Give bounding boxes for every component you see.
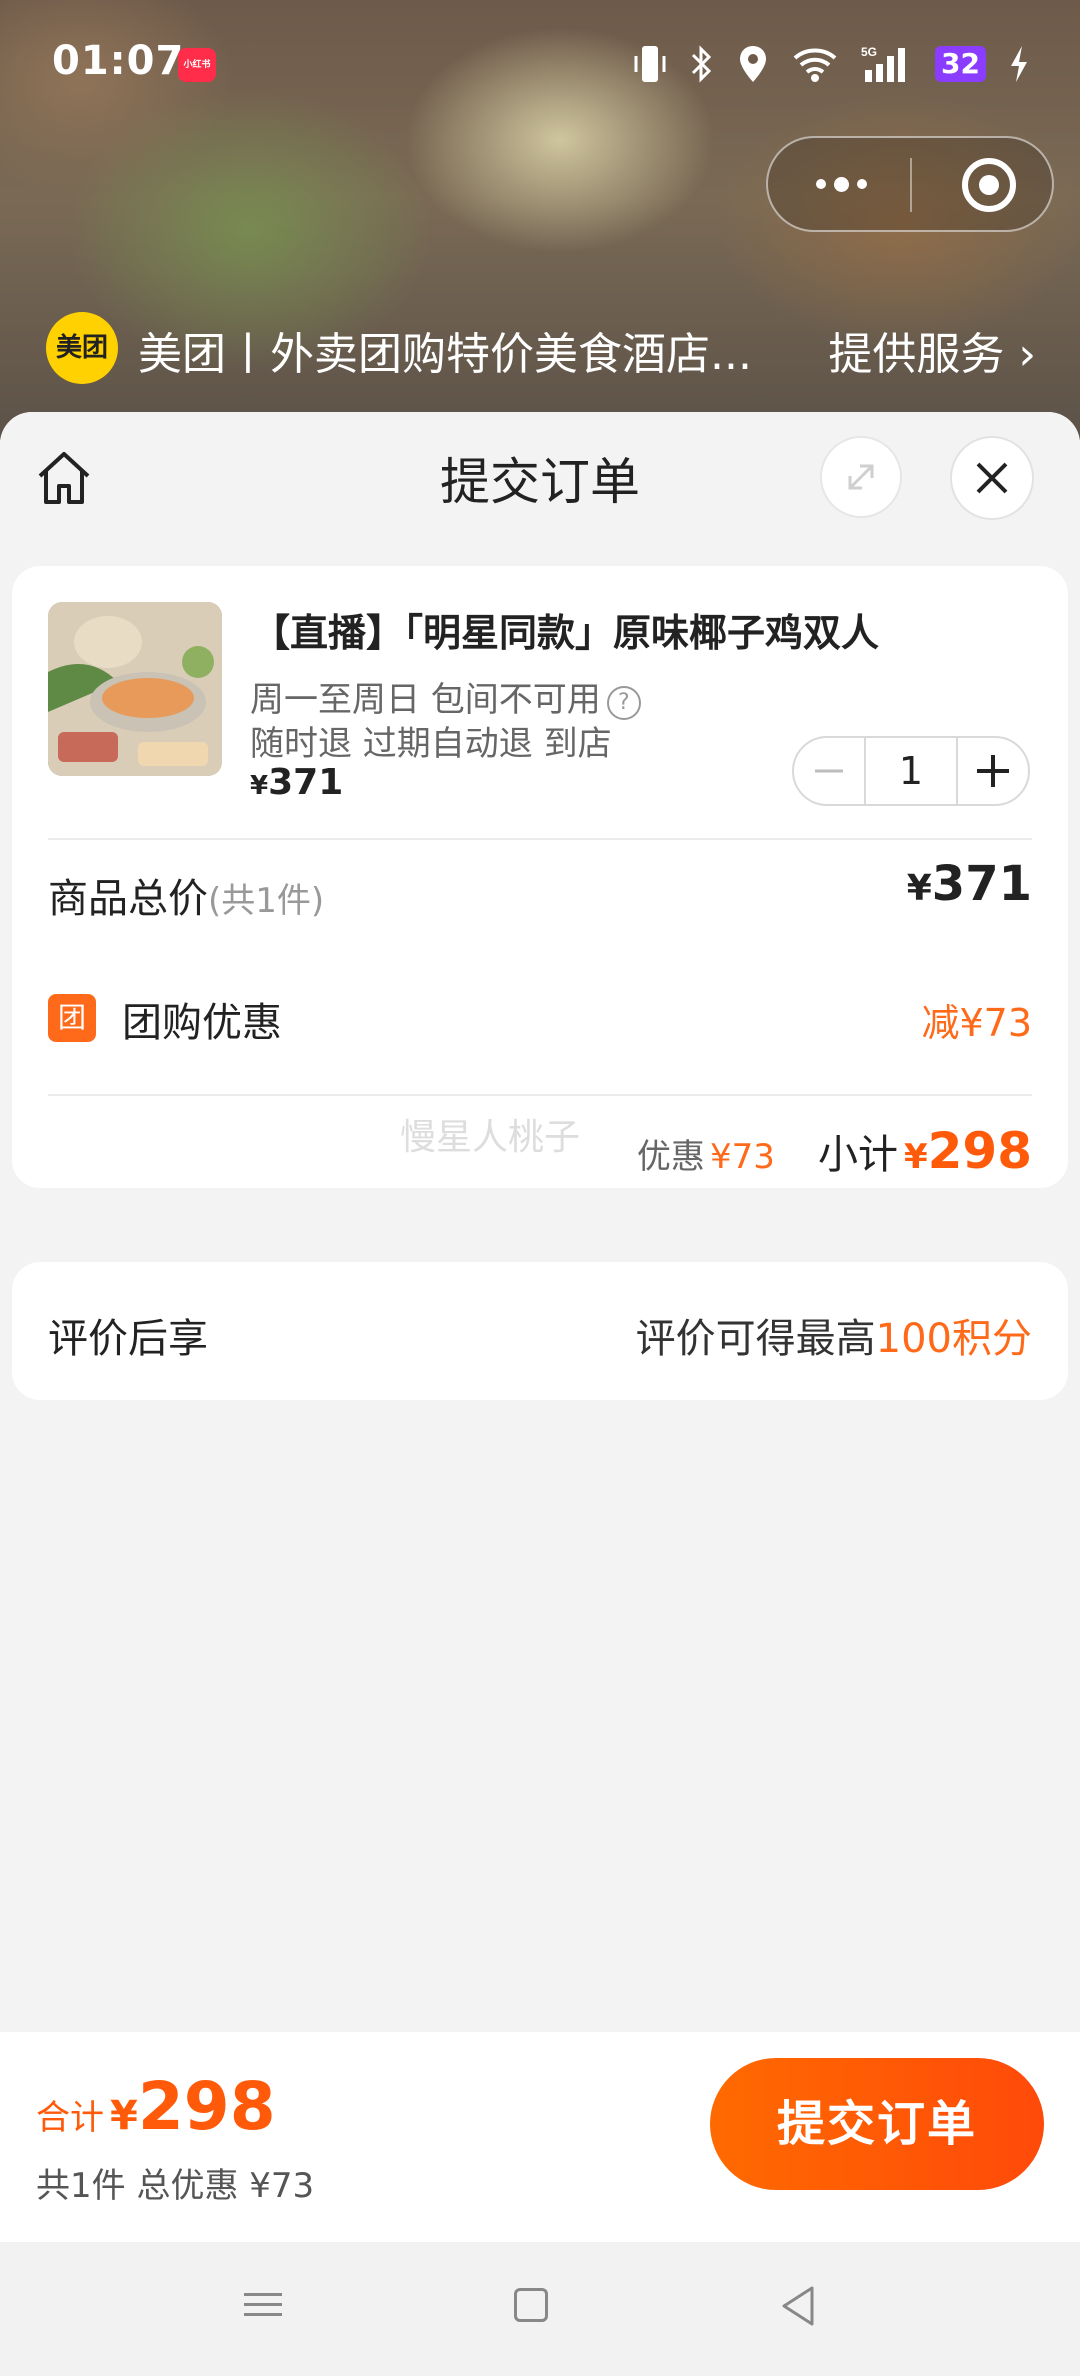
submit-order-button[interactable]: 提交订单: [710, 2058, 1044, 2190]
back-icon[interactable]: [778, 2284, 818, 2328]
order-card: 【直播】「明星同款」原味椰子鸡双人 周一至周日 包间不可用? 随时退 过期自动退…: [12, 566, 1068, 988]
goods-total-label: 商品总价(共1件): [48, 876, 325, 922]
vibrate-icon: [633, 44, 667, 84]
goods-total-value: ¥371: [906, 856, 1032, 912]
group-buy-label: 团购优惠: [122, 1000, 282, 1046]
grand-total-label: 合计: [36, 2098, 104, 2138]
review-reward-text: 评价可得最高100积分: [635, 1316, 1032, 1362]
wifi-icon: [791, 44, 839, 84]
close-icon: [976, 462, 1008, 494]
group-buy-icon: 团: [48, 994, 96, 1042]
grand-total: 合计 ¥298: [36, 2068, 276, 2145]
system-nav-bar: [0, 2242, 1080, 2376]
group-buy-value[interactable]: 减¥73: [921, 992, 1032, 1047]
subtotal-value: 298: [927, 1122, 1032, 1180]
quantity-value[interactable]: 1: [864, 738, 958, 804]
checkout-bar: 合计 ¥298 共1件 总优惠 ¥73 提交订单: [0, 2032, 1080, 2242]
product-policy: 随时退 过期自动退 到店: [250, 724, 612, 764]
charging-icon: [1008, 44, 1030, 84]
notification-app-icon: 小红书: [178, 48, 216, 82]
expand-icon: [848, 464, 874, 490]
plus-icon: [977, 755, 1009, 787]
brand-title: 美团丨外卖团购特价美食酒店...: [138, 329, 752, 380]
product-thumbnail[interactable]: [48, 602, 222, 776]
product-price: ¥371: [250, 762, 344, 803]
location-icon: [737, 44, 769, 84]
watermark-text: 慢星人桃子: [400, 1117, 581, 1158]
status-time: 01:07: [52, 38, 185, 84]
expand-button[interactable]: [820, 436, 902, 518]
bluetooth-icon: [689, 44, 715, 84]
divider: [48, 838, 1032, 840]
more-menu-button[interactable]: [806, 166, 876, 202]
sheet-header: 提交订单: [0, 412, 1080, 542]
order-sheet: 提交订单 【直播】「明星同款」原味椰子鸡双人 周一至周日 包间不可用? 随时退 …: [0, 412, 1080, 2032]
subtotal: 优惠 ¥73 小计 ¥298: [636, 1122, 1032, 1180]
minus-icon: [815, 769, 843, 773]
help-icon[interactable]: ?: [606, 686, 641, 720]
miniprogram-capsule: [766, 136, 1054, 232]
grand-total-value: 298: [137, 2068, 276, 2145]
close-miniprogram-icon[interactable]: [962, 158, 1016, 212]
decrease-quantity-button[interactable]: [794, 738, 864, 804]
increase-quantity-button[interactable]: [958, 738, 1028, 804]
home-nav-icon[interactable]: [514, 2288, 548, 2322]
capsule-divider: [910, 158, 912, 212]
subtotal-label: 小计: [817, 1132, 898, 1178]
service-link[interactable]: 提供服务 ›: [828, 318, 1036, 382]
recent-apps-icon[interactable]: [244, 2286, 284, 2326]
divider: [48, 1094, 1032, 1096]
status-bar: 01:07 小红书 5G 32: [0, 0, 1080, 130]
product-availability: 周一至周日 包间不可用?: [250, 672, 641, 721]
signal-icon: 5G: [861, 44, 913, 84]
review-reward-card[interactable]: 评价后享 评价可得最高100积分: [12, 1262, 1068, 1400]
discount-label: 优惠: [636, 1137, 705, 1177]
grand-total-summary: 共1件 总优惠 ¥73: [36, 2166, 315, 2206]
sheet-title: 提交订单: [440, 453, 640, 511]
discount-value: ¥73: [709, 1137, 775, 1177]
meituan-logo: 美团: [46, 312, 118, 384]
close-button[interactable]: [950, 436, 1034, 520]
svg-text:5G: 5G: [861, 45, 877, 59]
review-label: 评价后享: [48, 1316, 208, 1362]
brand-row: 美团 美团丨外卖团购特价美食酒店... 提供服务 ›: [46, 312, 1036, 384]
product-name: 【直播】「明星同款」原味椰子鸡双人: [252, 611, 880, 655]
battery-indicator: 32: [935, 46, 986, 82]
quantity-stepper: 1: [792, 736, 1030, 806]
status-icons: 5G 32: [633, 42, 1030, 86]
